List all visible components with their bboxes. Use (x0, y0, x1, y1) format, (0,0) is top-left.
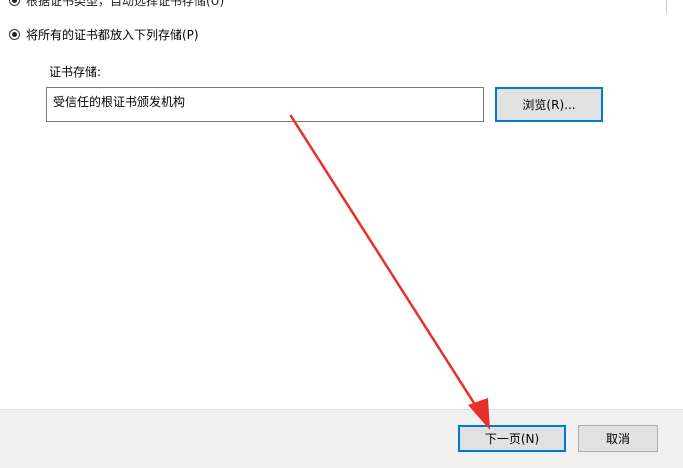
certificate-store-field[interactable]: 受信任的根证书颁发机构 (46, 87, 484, 122)
radio-auto-select-label: 根据证书类型，自动选择证书存储(U) (26, 0, 225, 8)
browse-button[interactable]: 浏览(R)... (495, 87, 603, 122)
radio-button-icon[interactable] (9, 0, 20, 6)
radio-selected-icon[interactable] (9, 28, 20, 40)
next-button[interactable]: 下一页(N) (458, 425, 566, 452)
annotation-arrow-overlay (289, 114, 490, 430)
cancel-button[interactable]: 取消 (578, 425, 658, 452)
radio-place-all-label: 将所有的证书都放入下列存储(P) (26, 27, 199, 42)
certificate-store-label: 证书存储: (49, 65, 102, 79)
annotation-arrow-line (289, 114, 483, 416)
radio-auto-select-store[interactable]: 根据证书类型，自动选择证书存储(U) (9, 0, 224, 8)
radio-place-all-in-store[interactable]: 将所有的证书都放入下列存储(P) (9, 26, 199, 42)
dialog-right-border (666, 0, 667, 14)
